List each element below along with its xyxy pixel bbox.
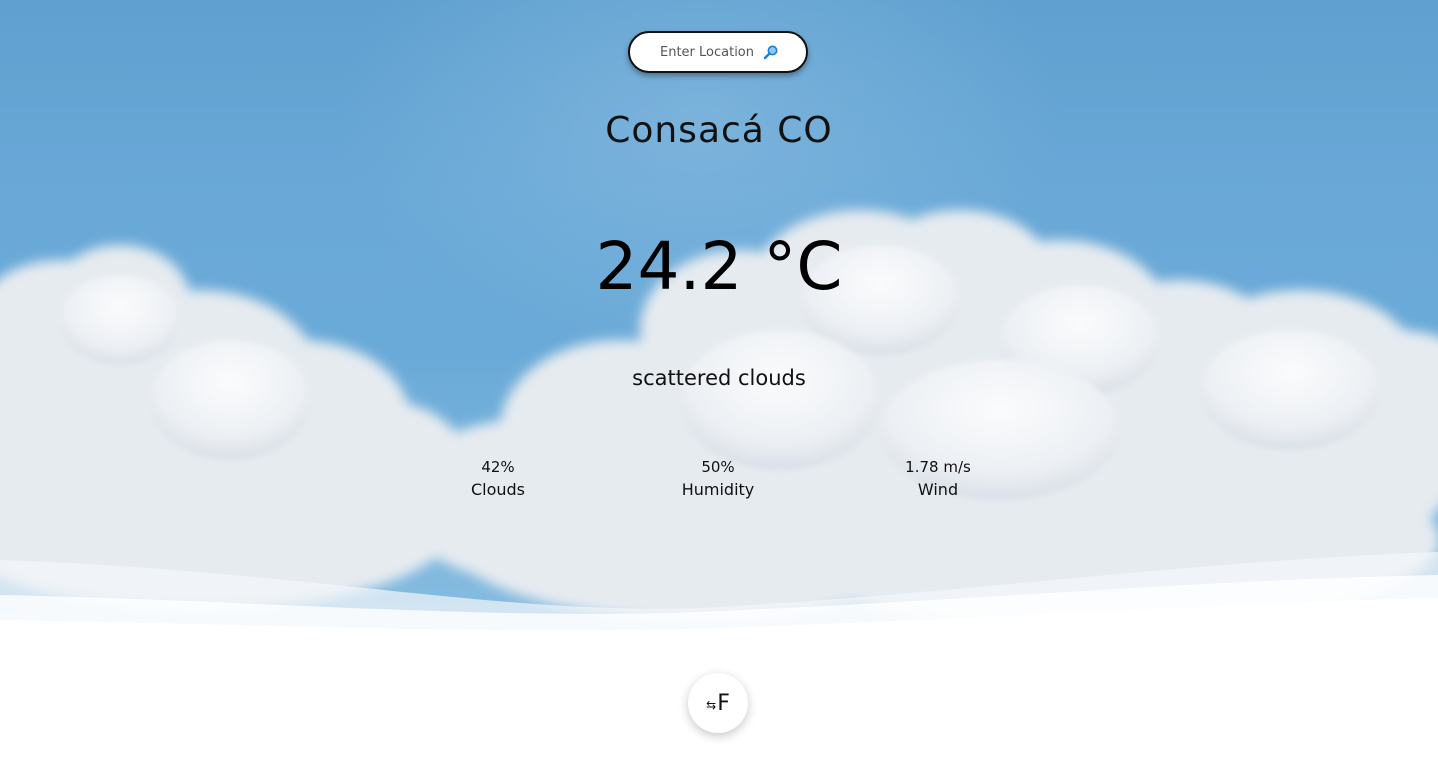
- search-input[interactable]: [657, 44, 757, 60]
- stat-label: Humidity: [681, 480, 755, 499]
- weather-description: scattered clouds: [632, 366, 806, 390]
- stat-label: Wind: [917, 480, 959, 499]
- stat-label: Clouds: [470, 480, 526, 499]
- stat-wind: 1.78 m/s Wind: [828, 457, 1048, 502]
- stat-humidity: 50% Humidity: [608, 457, 828, 502]
- unit-toggle-label: F: [717, 690, 730, 716]
- swap-arrows-icon: ⇆: [706, 697, 717, 712]
- stat-clouds: 42% Clouds: [388, 457, 608, 502]
- stat-value: 42%: [481, 458, 515, 476]
- city-name: Consacá CO: [605, 110, 833, 151]
- weather-stats: 42% Clouds 50% Humidity 1.78 m/s Wind: [388, 457, 1048, 502]
- magnifier-icon[interactable]: [763, 44, 779, 60]
- stat-value: 1.78 m/s: [905, 458, 971, 476]
- temperature: 24.2 °C: [595, 228, 843, 305]
- stat-value: 50%: [701, 458, 735, 476]
- unit-toggle-button[interactable]: ⇆ F: [688, 673, 748, 733]
- wave-divider: [0, 552, 1438, 640]
- weather-app: Consacá CO 24.2 °C scattered clouds 42% …: [0, 0, 1438, 775]
- sky-background: [0, 0, 1438, 640]
- search-bar[interactable]: [628, 31, 808, 73]
